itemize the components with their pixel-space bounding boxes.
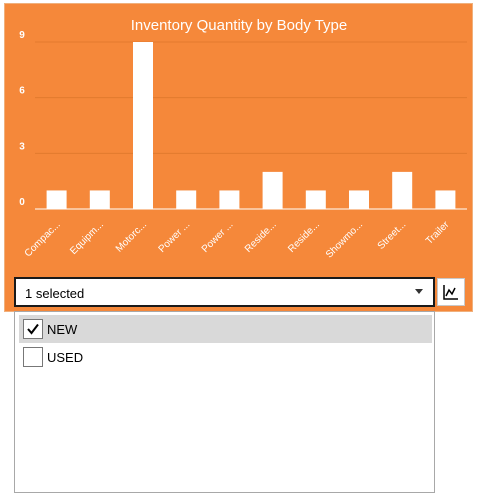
line-chart-icon: [443, 285, 458, 300]
option-label-used: USED: [47, 350, 84, 365]
bar: [435, 190, 456, 209]
x-tick-label: Showmo...: [324, 219, 365, 260]
bar: [176, 190, 197, 209]
y-tick-label: 9: [19, 30, 25, 41]
bar: [46, 190, 67, 209]
bar: [133, 42, 153, 209]
chart-title: Inventory Quantity by Body Type: [131, 17, 348, 34]
x-tick-label: Reside...: [243, 219, 279, 255]
bar: [349, 190, 369, 209]
x-tick-label: Power ...: [157, 219, 193, 255]
checkbox-new[interactable]: [23, 319, 43, 339]
checkbox-used[interactable]: [23, 347, 43, 367]
x-tick-label: Trailer: [424, 219, 452, 247]
bar: [89, 190, 110, 209]
filter-option-new[interactable]: NEW: [19, 315, 432, 343]
option-label-new: NEW: [47, 322, 78, 337]
bar-chart: Inventory Quantity by Body Type 0 3 6 9 Compa…: [19, 17, 467, 261]
filter-option-used[interactable]: USED: [19, 343, 432, 371]
chart-type-button[interactable]: [437, 278, 465, 306]
bar: [392, 171, 413, 209]
bar: [305, 190, 326, 209]
x-tick-label: Reside...: [286, 219, 322, 255]
x-tick-label: Motorc...: [114, 219, 149, 254]
x-tick-label: Street...: [376, 219, 409, 252]
bar: [219, 190, 240, 209]
x-tick-label: Compac...: [23, 219, 63, 259]
bar: [262, 171, 283, 209]
chevron-down-icon: [415, 289, 423, 294]
y-tick-label: 0: [19, 197, 25, 208]
x-tick-label: Power ...: [200, 219, 236, 255]
checkmark-icon: [27, 323, 39, 335]
body-type-filter-dropdown[interactable]: 1 selected: [14, 277, 435, 307]
dropdown-selected-text: 1 selected: [25, 286, 85, 301]
y-tick-label: 6: [19, 86, 25, 97]
y-tick-label: 3: [19, 141, 25, 152]
x-tick-label: Equipm...: [68, 219, 106, 257]
chart-panel: Inventory Quantity by Body Type 0 3 6 9 Compa…: [4, 3, 473, 312]
filter-options-list: NEW USED: [14, 311, 435, 493]
